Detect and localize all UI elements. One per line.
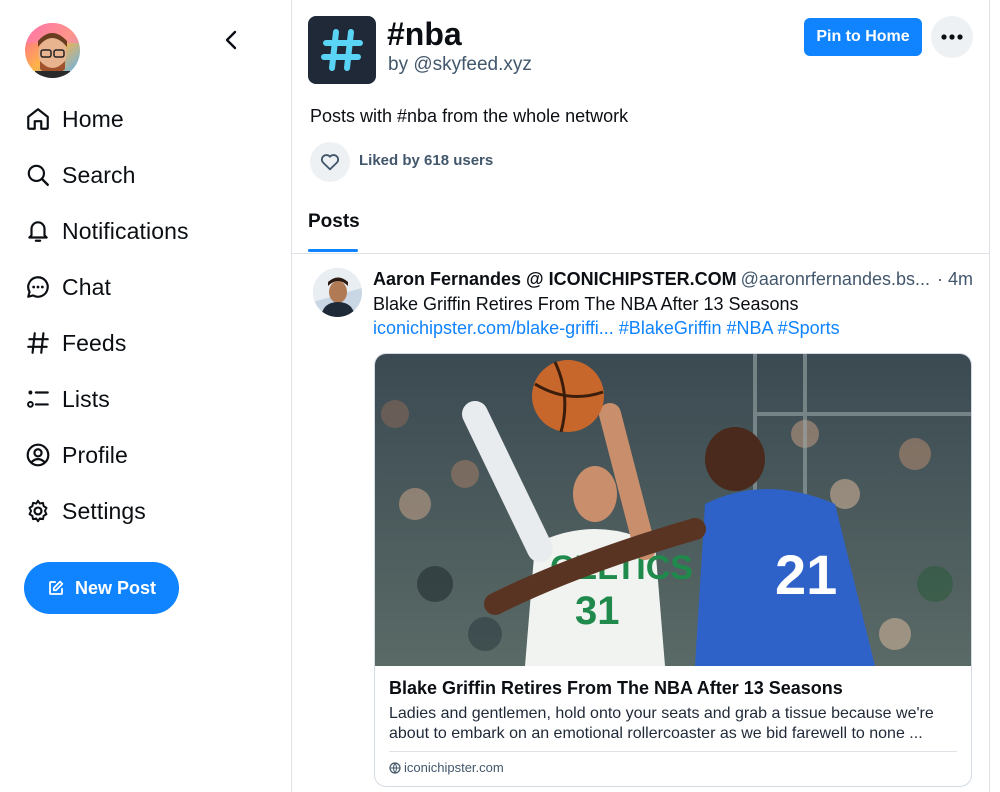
nav-label-lists: Lists — [62, 385, 110, 412]
hashtag-link[interactable]: #BlakeGriffin — [619, 318, 722, 338]
feed-creator-handle[interactable]: @skyfeed.xyz — [413, 54, 532, 75]
bell-icon — [24, 217, 52, 245]
feed-avatar — [308, 16, 376, 84]
nav-item-search[interactable]: Search — [24, 147, 189, 203]
hash-icon — [321, 29, 363, 71]
gear-icon — [24, 497, 52, 525]
feed-by-prefix: by — [388, 54, 409, 75]
nav-label-notifications: Notifications — [62, 217, 189, 244]
tab-posts-label: Posts — [308, 211, 360, 232]
hashtag-link[interactable]: #NBA — [727, 318, 773, 338]
user-circle-icon — [24, 441, 52, 469]
nav-label-home: Home — [62, 105, 124, 132]
post-text: Blake Griffin Retires From The NBA After… — [373, 294, 799, 314]
ellipsis-icon — [941, 34, 963, 40]
card-title: Blake Griffin Retires From The NBA After… — [389, 678, 843, 698]
search-icon — [24, 161, 52, 189]
chat-bubble-icon — [24, 273, 52, 301]
nav-item-lists[interactable]: Lists — [24, 371, 189, 427]
hash-icon — [24, 329, 52, 357]
main-right-divider — [989, 0, 990, 792]
post-header: Aaron Fernandes @ ICONICHIPSTER.COM @aaro… — [373, 269, 973, 293]
feed-description: Posts with #nba from the whole network — [310, 106, 629, 126]
card-domain: iconichipster.com — [389, 760, 504, 775]
tabs-divider — [292, 253, 989, 254]
my-avatar[interactable] — [25, 23, 80, 78]
liked-by-count[interactable]: Liked by 618 users — [359, 152, 493, 169]
nav-label-settings: Settings — [62, 497, 146, 524]
card-domain-label: iconichipster.com — [404, 760, 504, 775]
nav-item-profile[interactable]: Profile — [24, 427, 189, 483]
nav-item-feeds[interactable]: Feeds — [24, 315, 189, 371]
post-author-handle[interactable]: @aaronrfernandes.bs... — [741, 269, 930, 289]
feed-main: #nba by @skyfeed.xyz Pin to Home Posts w… — [292, 0, 989, 792]
edit-icon — [49, 580, 64, 595]
post-links: iconichipster.com/blake-griffi... #Blake… — [373, 318, 840, 339]
link-preview-card[interactable]: CELTICS 31 21 Blake Griffin Retires From… — [374, 353, 972, 787]
new-post-label: New Post — [74, 577, 157, 598]
tab-posts[interactable]: Posts — [308, 203, 360, 253]
nav-label-search: Search — [62, 161, 136, 188]
like-feed-button[interactable] — [310, 142, 350, 182]
nav-label-profile: Profile — [62, 441, 128, 468]
collapse-back-button[interactable] — [216, 24, 248, 56]
card-description: Ladies and gentlemen, hold onto your sea… — [389, 705, 934, 742]
post-timestamp[interactable]: · 4m — [937, 269, 973, 290]
active-tab-indicator — [308, 249, 358, 252]
home-icon — [24, 105, 52, 133]
new-post-button[interactable]: New Post — [24, 562, 179, 614]
post-author-name[interactable]: Aaron Fernandes @ ICONICHIPSTER.COM — [373, 269, 737, 289]
svg-text:21: 21 — [775, 543, 837, 606]
heart-icon — [320, 154, 340, 171]
post-link[interactable]: iconichipster.com/blake-griffi... — [373, 318, 614, 338]
nav-item-notifications[interactable]: Notifications — [24, 203, 189, 259]
nav-label-chat: Chat — [62, 273, 111, 300]
left-sidebar: Home Search Notifications Chat Feeds Lis… — [0, 0, 291, 792]
more-options-button[interactable] — [931, 16, 973, 58]
post-author-avatar[interactable] — [313, 268, 362, 317]
nav-item-chat[interactable]: Chat — [24, 259, 189, 315]
globe-icon — [389, 761, 401, 774]
hashtag-link[interactable]: #Sports — [778, 318, 840, 338]
chevron-left-icon — [225, 30, 237, 50]
nav-label-feeds: Feeds — [62, 329, 127, 356]
feed-title: #nba — [387, 16, 462, 52]
link-preview-image: CELTICS 31 21 — [375, 354, 971, 666]
list-icon — [24, 385, 52, 413]
nav-item-settings[interactable]: Settings — [24, 483, 189, 539]
card-divider — [389, 751, 957, 752]
svg-text:31: 31 — [575, 589, 620, 633]
nav-item-home[interactable]: Home — [24, 91, 189, 147]
feed-creator: by @skyfeed.xyz — [388, 54, 532, 76]
pin-to-home-button[interactable]: Pin to Home — [804, 18, 922, 56]
main-nav: Home Search Notifications Chat Feeds Lis… — [24, 91, 189, 539]
